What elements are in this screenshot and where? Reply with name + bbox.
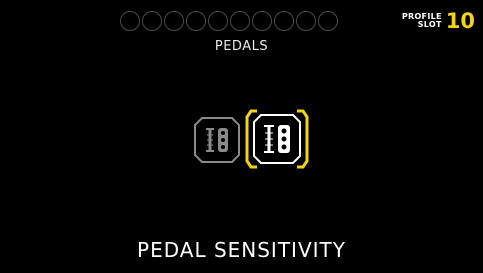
- page-title: PEDALS: [214, 39, 269, 54]
- slot-indicator-4: [186, 11, 206, 31]
- setting-label: PEDAL SENSITIVITY: [137, 238, 346, 262]
- slot-indicator-2: [142, 11, 162, 31]
- pedal-gauge-icon: [194, 117, 240, 163]
- profile-slot-badge: PROFILE SLOT 10: [402, 10, 475, 32]
- slot-indicator-9: [296, 11, 316, 31]
- profile-slot-labels: PROFILE SLOT: [402, 13, 442, 29]
- slot-indicator-8: [274, 11, 294, 31]
- profile-slot-number: 10: [445, 9, 475, 33]
- pedal-option-1[interactable]: [193, 116, 241, 164]
- slot-indicator-7: [252, 11, 272, 31]
- slot-indicator-1: [120, 11, 140, 31]
- profile-slot-indicators: [120, 11, 338, 31]
- pedal-gauge-icon-selected: [245, 109, 309, 169]
- slot-indicator-5: [208, 11, 228, 31]
- slot-indicator-3: [164, 11, 184, 31]
- slot-indicator-10: [318, 11, 338, 31]
- slot-indicator-6: [230, 11, 250, 31]
- pedal-option-2-selected[interactable]: [245, 108, 309, 170]
- slot-label: SLOT: [417, 20, 442, 29]
